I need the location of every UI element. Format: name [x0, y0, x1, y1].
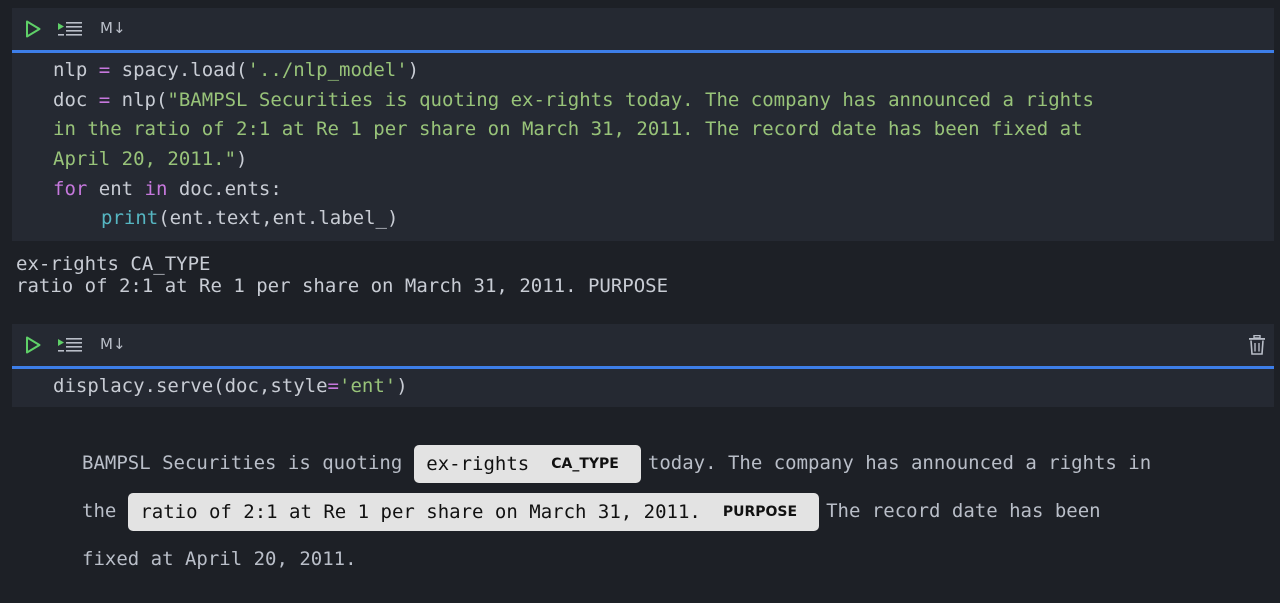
cell2-toolbar: M↓: [12, 324, 1274, 366]
markdown-toggle[interactable]: M↓: [100, 19, 126, 37]
trash-icon[interactable]: [1248, 335, 1266, 355]
entity-label: PURPOSE: [722, 504, 798, 520]
code-line-4: April 20, 2011."): [53, 148, 248, 170]
entity-mark-ca-type: ex-rights CA_TYPE: [414, 444, 641, 483]
cell1-output-line-2: ratio of 2:1 at Re 1 per share on March …: [16, 275, 669, 297]
code-line-6: print(ent.text,ent.label_): [101, 207, 399, 229]
run-below-icon[interactable]: [57, 20, 83, 38]
cell1-code-editor[interactable]: nlp = spacy.load('../nlp_model') doc = n…: [12, 53, 1274, 241]
code-line-3: in the ratio of 2:1 at Re 1 per share on…: [53, 118, 1083, 140]
cell1-output-line-1: ex-rights CA_TYPE: [16, 253, 211, 275]
code-line-1: displacy.serve(doc,style='ent'): [53, 375, 408, 397]
entity-mark-purpose: ratio of 2:1 at Re 1 per share on March …: [128, 492, 820, 531]
code-line-5: for ent in doc.ents:: [53, 178, 282, 200]
run-icon[interactable]: [24, 20, 42, 38]
displacy-line-1: BAMPSL Securities is quoting ex-rights CA_…: [82, 439, 1151, 487]
run-below-icon[interactable]: [57, 336, 83, 354]
markdown-toggle[interactable]: M↓: [100, 335, 126, 353]
run-icon[interactable]: [24, 336, 42, 354]
displacy-line-2: the ratio of 2:1 at Re 1 per share on Mar…: [82, 487, 1101, 535]
cell1-toolbar: M↓: [12, 8, 1274, 50]
displacy-line-3: fixed at April 20, 2011.: [82, 548, 357, 570]
entity-label: CA_TYPE: [551, 456, 619, 472]
cell2-code-editor[interactable]: displacy.serve(doc,style='ent'): [12, 369, 1274, 407]
code-line-1: nlp = spacy.load('../nlp_model'): [53, 59, 420, 81]
code-line-2: doc = nlp("BAMPSL Securities is quoting …: [53, 89, 1094, 111]
